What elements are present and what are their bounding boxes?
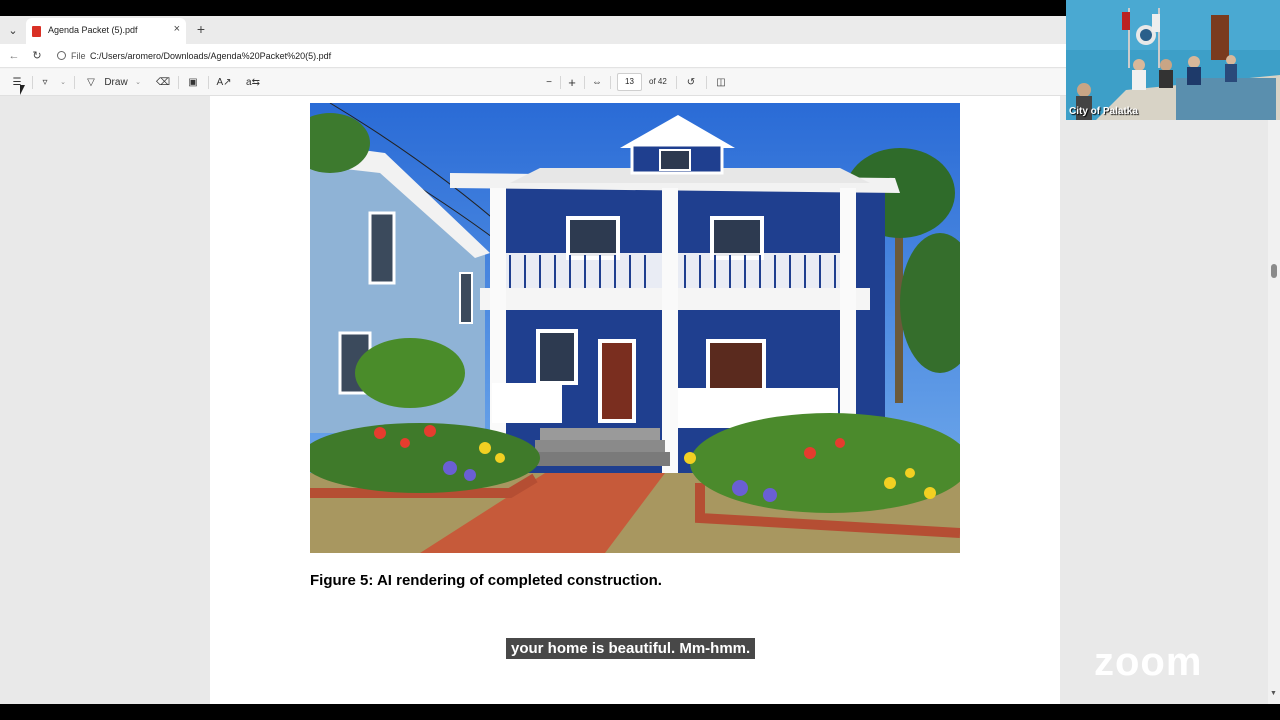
toolbar-divider [74, 76, 75, 89]
zoom-out-button[interactable]: − [542, 75, 556, 91]
chevron-down-icon[interactable]: ⌄ [58, 75, 68, 91]
toolbar-divider [560, 76, 561, 89]
new-tab-button[interactable]: + [194, 21, 208, 37]
info-icon[interactable] [57, 51, 66, 60]
draw-icon[interactable]: ▽ [84, 75, 98, 91]
scroll-down-icon[interactable]: ▼ [1270, 690, 1277, 697]
back-arrow-icon[interactable]: ← [6, 48, 22, 64]
toolbar-divider [32, 76, 33, 89]
pdf-icon [32, 26, 41, 37]
fit-page-icon[interactable]: ⇔ [590, 75, 604, 91]
text-box-icon[interactable]: ▣ [186, 75, 200, 91]
pdf-toolbar: ☰ ▿ ⌄ ▽ Draw ⌄ ⌫ ▣ A↗ a⇆ − + ⇔ 13 of 42 … [0, 69, 1066, 96]
translate-icon[interactable]: a⇆ [245, 75, 261, 91]
tab-close-button[interactable]: × [174, 23, 180, 35]
read-aloud-icon[interactable]: A↗ [216, 75, 232, 91]
mouse-cursor-icon [20, 85, 30, 95]
zoom-in-button[interactable]: + [565, 75, 579, 91]
chevron-down-icon[interactable]: ⌄ [133, 75, 143, 91]
highlight-icon[interactable]: ▿ [38, 75, 52, 91]
page-number-input[interactable]: 13 [617, 73, 642, 91]
browser-window: ⌄ Agenda Packet (5).pdf × + ← ↻ File C:/… [0, 16, 1066, 704]
scrollbar[interactable] [1268, 120, 1280, 704]
screen: ⌄ Agenda Packet (5).pdf × + ← ↻ File C:/… [0, 0, 1280, 720]
refresh-icon[interactable]: ↻ [29, 48, 45, 64]
toolbar-divider [178, 76, 179, 89]
rotate-icon[interactable]: ↺ [684, 75, 698, 91]
video-feed[interactable]: City of Palatka [1066, 0, 1280, 120]
scrollbar-thumb[interactable] [1271, 264, 1277, 278]
figure-caption: Figure 5: AI rendering of completed cons… [310, 572, 662, 589]
eraser-icon[interactable]: ⌫ [156, 75, 170, 91]
tab-agenda-packet[interactable]: Agenda Packet (5).pdf × [26, 18, 186, 44]
toolbar-divider [676, 76, 677, 89]
page-view-icon[interactable]: ◫ [714, 75, 728, 91]
url-field[interactable]: C:/Users/aromero/Downloads/Agenda%20Pack… [90, 51, 331, 61]
zoom-panel: City of Palatka ▼ zoom [1066, 0, 1280, 704]
pdf-page: Figure 5: AI rendering of completed cons… [210, 96, 1060, 704]
toolbar-divider [610, 76, 611, 89]
toolbar-divider [706, 76, 707, 89]
file-label: File [71, 51, 86, 61]
address-bar: ← ↻ File C:/Users/aromero/Downloads/Agen… [0, 44, 1066, 68]
tab-list-menu-button[interactable]: ⌄ [4, 22, 22, 40]
tab-bar: ⌄ Agenda Packet (5).pdf × + [0, 16, 1066, 44]
tab-title: Agenda Packet (5).pdf [48, 25, 138, 35]
toolbar-divider [584, 76, 585, 89]
zoom-logo: zoom [1094, 640, 1203, 684]
live-subtitle: your home is beautiful. Mm-hmm. [506, 638, 756, 659]
video-participant-label: City of Palatka [1069, 106, 1138, 117]
draw-button[interactable]: Draw [104, 75, 128, 91]
page-count: of 42 [649, 77, 667, 86]
toolbar-divider [208, 76, 209, 89]
house-photo [310, 103, 960, 553]
pdf-viewer[interactable]: Figure 5: AI rendering of completed cons… [0, 96, 1066, 704]
